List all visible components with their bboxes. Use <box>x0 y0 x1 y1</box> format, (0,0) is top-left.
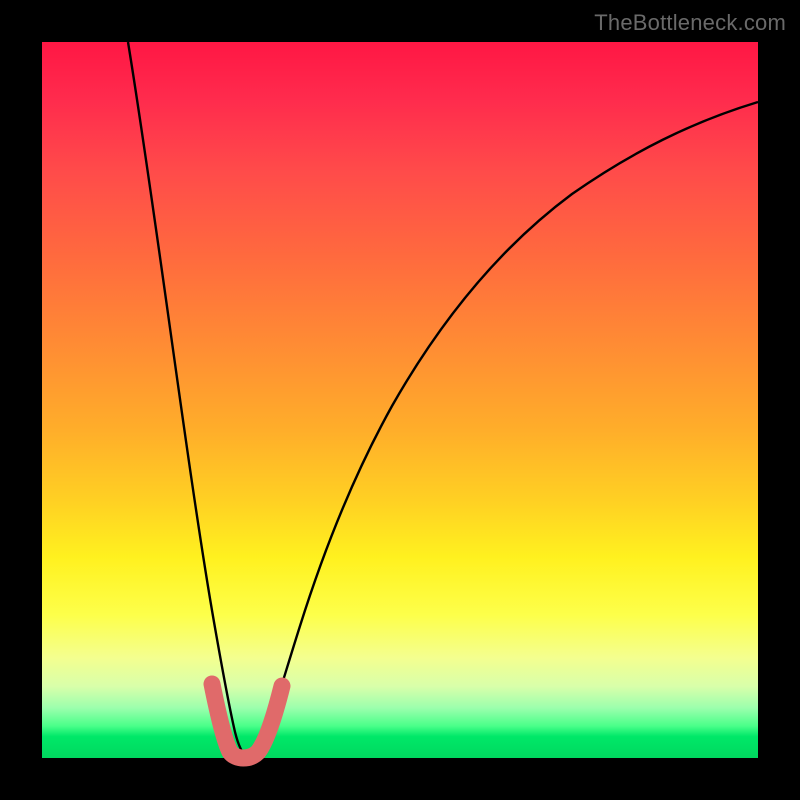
chart-frame: TheBottleneck.com <box>0 0 800 800</box>
highlight-trough <box>212 684 282 758</box>
watermark-text: TheBottleneck.com <box>594 10 786 36</box>
plot-area <box>42 42 758 758</box>
bottleneck-curve <box>128 42 758 756</box>
curve-layer <box>42 42 758 758</box>
